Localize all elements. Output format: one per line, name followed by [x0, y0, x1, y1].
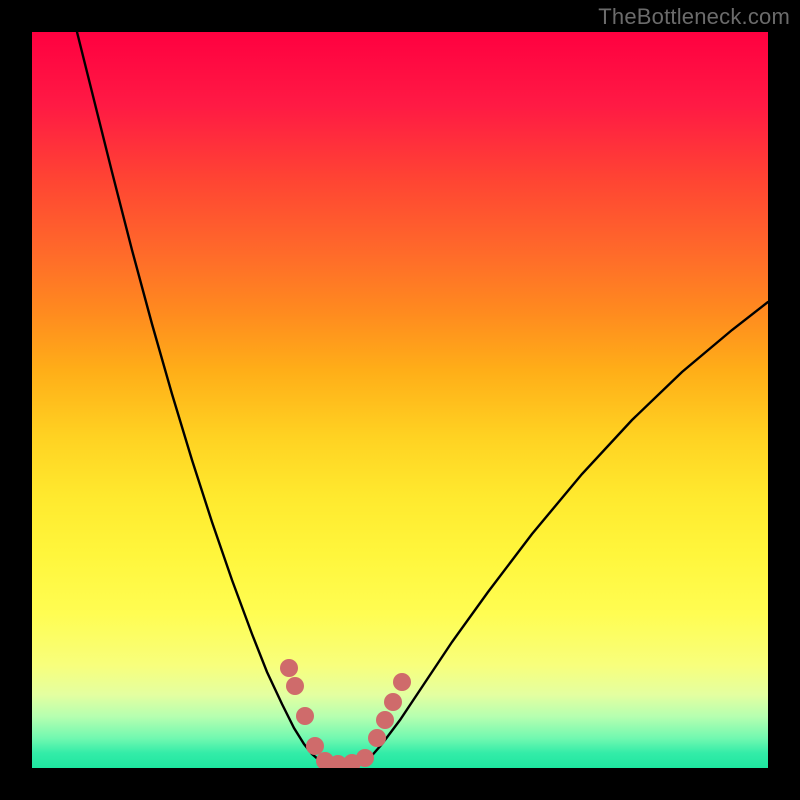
plot-area	[32, 32, 768, 768]
watermark-text: TheBottleneck.com	[598, 4, 790, 30]
chart-frame: TheBottleneck.com	[0, 0, 800, 800]
gradient-background	[32, 32, 768, 768]
